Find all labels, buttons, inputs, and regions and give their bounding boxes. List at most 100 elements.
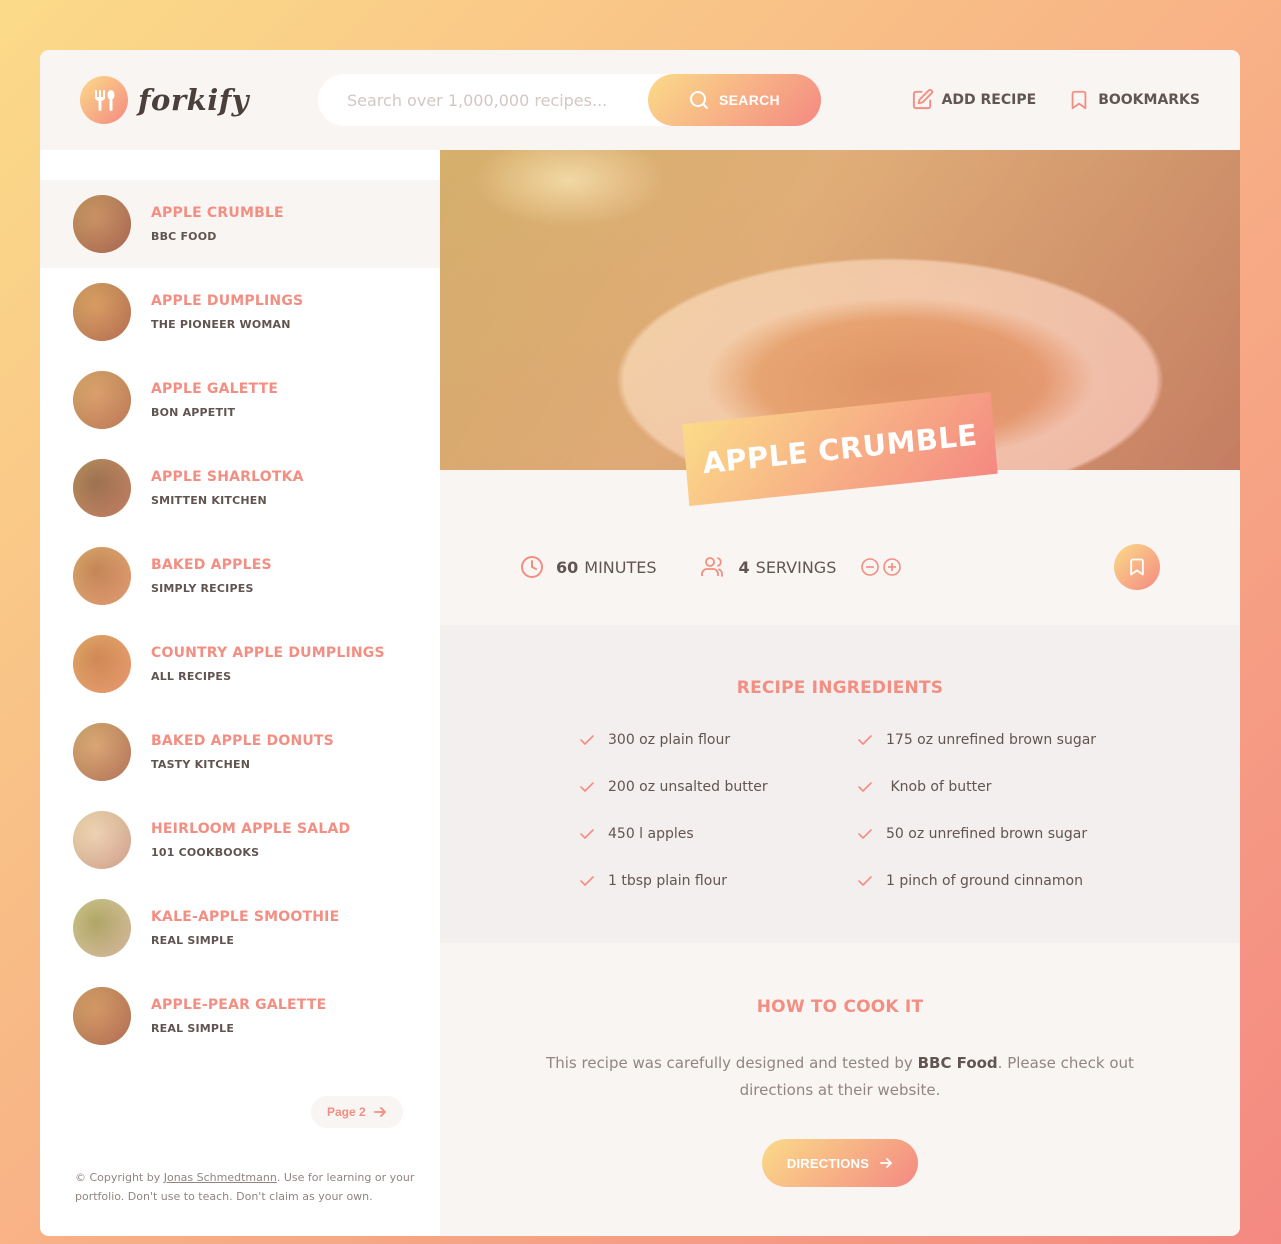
search-result-item[interactable]: BAKED APPLE DONUTS TASTY KITCHEN (40, 708, 440, 796)
recipe-view: APPLE CRUMBLE 60 MINUTES 4 SERVINGS RECI… (440, 150, 1240, 1236)
plus-circle-icon (883, 558, 902, 576)
search-result-item[interactable]: COUNTRY APPLE DUMPLINGS ALL RECIPES (40, 620, 440, 708)
main-nav: ADD RECIPE BOOKMARKS (879, 88, 1200, 111)
pagination-label: Page 2 (327, 1105, 366, 1119)
search-result-item[interactable]: BAKED APPLES SIMPLY RECIPES (40, 532, 440, 620)
ingredient-text: Knob of butter (886, 778, 992, 795)
cooking-time-value: 60 (556, 557, 579, 577)
author-link[interactable]: Jonas Schmedtmann (164, 1171, 277, 1184)
ingredient-item: Knob of butter (856, 775, 1138, 798)
result-thumbnail (73, 899, 131, 957)
ingredient-item: 200 oz unsalted butter (578, 775, 856, 798)
search-result-item[interactable]: HEIRLOOM APPLE SALAD 101 COOKBOOKS (40, 796, 440, 884)
check-icon (858, 734, 872, 745)
ingredients-list: 300 oz plain flour 175 oz unrefined brown… (578, 728, 1138, 892)
users-icon (700, 557, 723, 577)
ingredient-item: 300 oz plain flour (578, 728, 856, 751)
cooking-time: 60 MINUTES (520, 555, 657, 579)
ingredient-text: 1 pinch of ground cinnamon (886, 872, 1083, 889)
add-recipe-button[interactable]: ADD RECIPE (911, 88, 1037, 111)
result-text: COUNTRY APPLE DUMPLINGS ALL RECIPES (151, 645, 385, 683)
ingredient-text: 175 oz unrefined brown sugar (886, 731, 1097, 748)
app-container: forkify SEARCH ADD RECIPE (40, 50, 1240, 1236)
decrease-servings-button[interactable] (860, 557, 880, 577)
ingredient-text: 50 oz unrefined brown sugar (886, 825, 1088, 842)
ingredient-item: 1 tbsp plain flour (578, 869, 856, 892)
result-text: APPLE GALETTE BON APPETIT (151, 381, 278, 419)
result-publisher: 101 COOKBOOKS (151, 846, 260, 859)
result-text: APPLE CRUMBLE BBC FOOD (151, 205, 284, 243)
result-text: BAKED APPLES SIMPLY RECIPES (151, 557, 272, 595)
ingredient-text: 200 oz unsalted butter (608, 778, 768, 795)
result-text: APPLE DUMPLINGS THE PIONEER WOMAN (151, 293, 303, 331)
result-thumbnail (73, 195, 131, 253)
arrow-right-icon (880, 1158, 892, 1168)
search-result-item[interactable]: KALE-APPLE SMOOTHIE REAL SIMPLE (40, 884, 440, 972)
result-thumbnail (73, 811, 131, 869)
check-icon (580, 734, 594, 745)
check-icon (858, 781, 872, 792)
directions-button[interactable]: DIRECTIONS (762, 1139, 918, 1187)
search-result-item[interactable]: APPLE CRUMBLE BBC FOOD (40, 180, 440, 268)
directions-text: This recipe was carefully designed and t… (546, 1054, 1134, 1099)
search-results-sidebar: APPLE CRUMBLE BBC FOOD APPLE DUMPLINGS THE … (40, 150, 440, 1236)
search-result-item[interactable]: APPLE-PEAR GALETTE REAL SIMPLE (40, 972, 440, 1060)
search-button[interactable]: SEARCH (648, 74, 821, 126)
result-text: APPLE SHARLOTKA SMITTEN KITCHEN (151, 469, 304, 507)
ingredient-item: 50 oz unrefined brown sugar (856, 822, 1138, 845)
ingredient-text: 300 oz plain flour (608, 731, 731, 748)
search-result-item[interactable]: APPLE SHARLOTKA SMITTEN KITCHEN (40, 444, 440, 532)
directions-publisher: BBC Food (917, 1054, 998, 1072)
ingredient-text: 1 tbsp plain flour (608, 872, 727, 889)
add-recipe-label: ADD RECIPE (941, 91, 1037, 108)
result-title: APPLE CRUMBLE (151, 205, 284, 221)
search-result-item[interactable]: APPLE DUMPLINGS THE PIONEER WOMAN (40, 268, 440, 356)
directions-heading: HOW TO COOK IT (756, 997, 924, 1017)
result-text: BAKED APPLE DONUTS TASTY KITCHEN (151, 733, 334, 771)
arrow-right-icon (373, 1107, 386, 1117)
result-text: KALE-APPLE SMOOTHIE REAL SIMPLE (151, 909, 339, 947)
check-icon (858, 828, 872, 839)
clock-icon (521, 556, 543, 578)
result-thumbnail (73, 723, 131, 781)
result-thumbnail (73, 987, 131, 1045)
cooking-time-unit: MINUTES (584, 557, 657, 577)
result-publisher: SMITTEN KITCHEN (151, 494, 267, 507)
result-title: HEIRLOOM APPLE SALAD (151, 821, 351, 837)
servings-unit: SERVINGS (755, 557, 837, 577)
result-title: BAKED APPLES (151, 557, 272, 573)
result-publisher: BON APPETIT (151, 406, 236, 419)
directions-section: HOW TO COOK IT This recipe was carefully… (440, 943, 1240, 1236)
header: forkify SEARCH ADD RECIPE (40, 50, 1240, 150)
pagination-next-button[interactable]: Page 2 (311, 1096, 403, 1128)
result-title: APPLE SHARLOTKA (151, 469, 304, 485)
result-title: BAKED APPLE DONUTS (151, 733, 334, 749)
search-result-item[interactable]: APPLE GALETTE BON APPETIT (40, 356, 440, 444)
check-icon (858, 875, 872, 886)
bookmark-recipe-button[interactable] (1114, 544, 1160, 590)
result-thumbnail (73, 459, 131, 517)
result-text: APPLE-PEAR GALETTE REAL SIMPLE (151, 997, 326, 1035)
servings-controls (860, 557, 904, 577)
ingredients-heading: RECIPE INGREDIENTS (736, 678, 944, 698)
result-publisher: BBC FOOD (151, 230, 217, 243)
search-form: SEARCH (318, 74, 821, 126)
results-list: APPLE CRUMBLE BBC FOOD APPLE DUMPLINGS THE … (40, 180, 440, 1060)
result-title: APPLE-PEAR GALETTE (151, 997, 327, 1013)
logo[interactable]: forkify (80, 76, 249, 124)
result-text: HEIRLOOM APPLE SALAD 101 COOKBOOKS (151, 821, 350, 859)
result-thumbnail (73, 547, 131, 605)
minus-circle-icon (861, 558, 880, 576)
search-input[interactable] (318, 90, 638, 110)
increase-servings-button[interactable] (882, 557, 902, 577)
result-title: KALE-APPLE SMOOTHIE (151, 909, 340, 925)
search-icon (690, 91, 709, 109)
bookmark-icon (1130, 558, 1144, 576)
result-publisher: ALL RECIPES (151, 670, 232, 683)
result-publisher: TASTY KITCHEN (151, 758, 251, 771)
copyright-text: © Copyright by Jonas Schmedtmann. Use fo… (75, 1171, 415, 1203)
result-title: COUNTRY APPLE DUMPLINGS (151, 645, 385, 661)
result-title: APPLE GALETTE (151, 381, 279, 397)
result-thumbnail (73, 635, 131, 693)
bookmarks-button[interactable]: BOOKMARKS (1068, 89, 1200, 111)
